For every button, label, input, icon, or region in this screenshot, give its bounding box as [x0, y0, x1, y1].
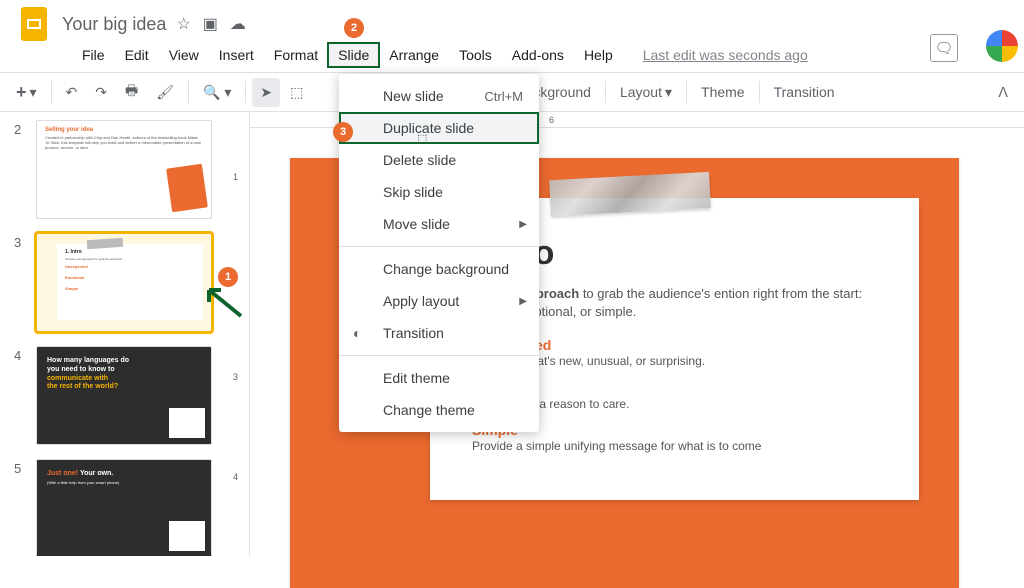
menu-duplicate-slide[interactable]: Duplicate slide⬚: [339, 112, 539, 144]
thumb-number: 2: [14, 120, 26, 219]
menu-delete-slide[interactable]: Delete slide: [339, 144, 539, 176]
slide-thumbnail-4[interactable]: How many languages doyou need to know to…: [36, 346, 212, 445]
slide-thumbnail-2[interactable]: Selling your idea Created in partnership…: [36, 120, 212, 219]
slides-logo: [16, 6, 52, 42]
menu-format[interactable]: Format: [264, 43, 328, 67]
select-tool[interactable]: ➤: [252, 78, 280, 107]
chevron-right-icon: ▶: [519, 296, 527, 307]
thumb-number: 3: [14, 233, 26, 332]
menu-view[interactable]: View: [159, 43, 209, 67]
zoom-button[interactable]: 🔍 ▾: [195, 78, 239, 107]
menu-addons[interactable]: Add-ons: [502, 43, 574, 67]
slide-filmstrip: 2 Selling your idea Created in partnersh…: [0, 112, 230, 556]
menu-arrange[interactable]: Arrange: [379, 43, 449, 67]
menu-bar: File Edit View Insert Format Slide Arran…: [0, 40, 1024, 72]
slide-menu-dropdown: New slideCtrl+M Duplicate slide⬚ Delete …: [339, 74, 539, 432]
menu-new-slide[interactable]: New slideCtrl+M: [339, 80, 539, 112]
menu-insert[interactable]: Insert: [209, 43, 264, 67]
book-image: [166, 164, 208, 213]
menu-edit[interactable]: Edit: [115, 43, 159, 67]
document-title[interactable]: Your big idea: [62, 14, 166, 35]
menu-move-slide[interactable]: Move slide▶: [339, 208, 539, 240]
menu-skip-slide[interactable]: Skip slide: [339, 176, 539, 208]
print-button[interactable]: 🖶: [117, 74, 146, 110]
annotation-badge-2: 2: [344, 18, 364, 38]
transition-icon: ◐: [353, 325, 361, 341]
redo-button[interactable]: ↷: [87, 78, 115, 107]
annotation-badge-3: 3: [333, 122, 353, 142]
comments-icon[interactable]: 🗨: [930, 34, 958, 62]
textbox-tool[interactable]: ⬚: [282, 78, 311, 107]
menu-help[interactable]: Help: [574, 43, 623, 67]
note-image: [169, 408, 205, 438]
thumb-number: 5: [14, 459, 26, 556]
paint-format-button[interactable]: 🖌: [148, 78, 182, 107]
slide-thumbnail-5[interactable]: Just one! Your own. (With a little help …: [36, 459, 212, 556]
menu-edit-theme[interactable]: Edit theme: [339, 362, 539, 394]
new-slide-button[interactable]: + ▾: [8, 76, 45, 109]
menu-change-theme[interactable]: Change theme: [339, 394, 539, 426]
transition-button[interactable]: Transition: [766, 78, 843, 106]
vertical-ruler: 1 2 3 4: [230, 112, 250, 556]
thumb-number: 4: [14, 346, 26, 445]
menu-change-background[interactable]: Change background: [339, 253, 539, 285]
last-edit-link[interactable]: Last edit was seconds ago: [643, 47, 808, 63]
cloud-icon[interactable]: ☁: [230, 14, 246, 34]
menu-apply-layout[interactable]: Apply layout▶: [339, 285, 539, 317]
collapse-icon[interactable]: ᐱ: [990, 78, 1016, 107]
move-icon[interactable]: ▣: [203, 14, 218, 34]
google-account-icon[interactable]: [986, 30, 1018, 62]
star-icon[interactable]: ☆: [176, 14, 190, 34]
menu-tools[interactable]: Tools: [449, 43, 502, 67]
undo-button[interactable]: ↶: [58, 78, 86, 107]
chevron-right-icon: ▶: [519, 219, 527, 230]
menu-transition[interactable]: ◐Transition: [339, 317, 539, 349]
annotation-badge-1: 1: [218, 267, 238, 287]
theme-button[interactable]: Theme: [693, 78, 753, 106]
layout-button[interactable]: Layout ▾: [612, 78, 680, 107]
slide-thumbnail-3[interactable]: 1. Intro Choose one approach to grab the…: [36, 233, 212, 332]
menu-file[interactable]: File: [72, 43, 115, 67]
menu-slide[interactable]: Slide: [328, 43, 379, 67]
tape-sticker: [549, 172, 711, 216]
